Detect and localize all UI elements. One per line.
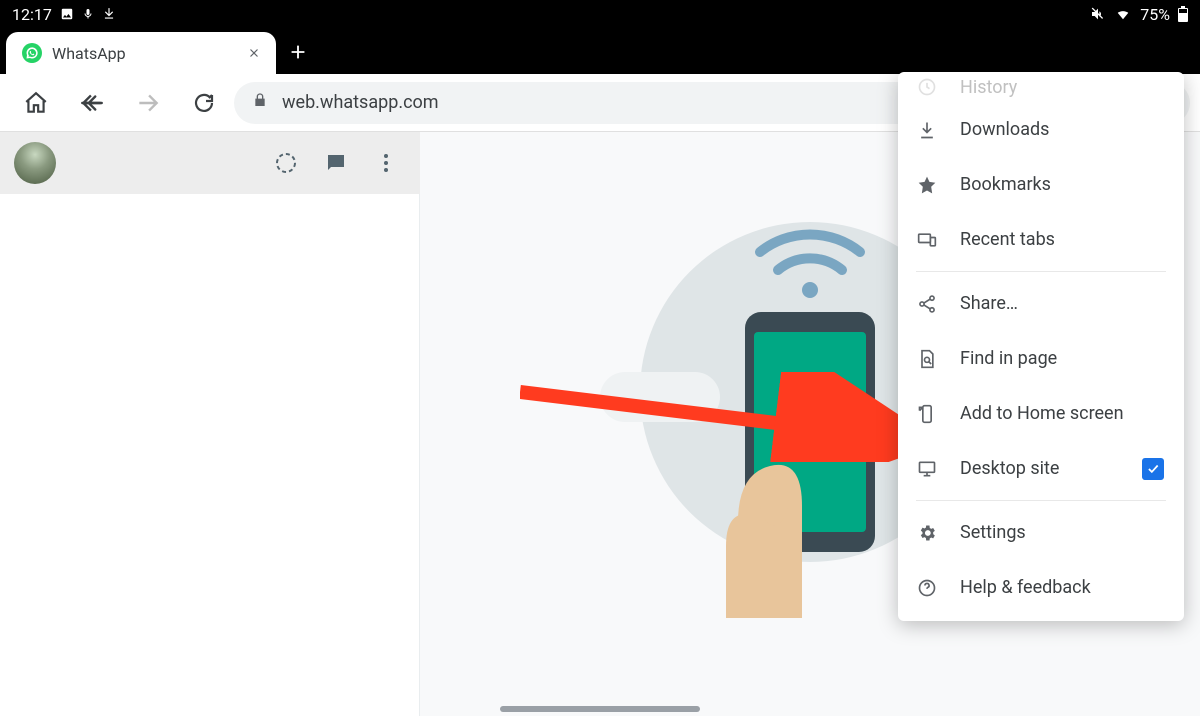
image-icon: [60, 7, 74, 21]
android-nav-pill[interactable]: [500, 706, 700, 712]
menu-label: Share…: [960, 293, 1164, 314]
browser-tab-whatsapp[interactable]: WhatsApp: [6, 32, 276, 74]
status-time: 12:17: [12, 5, 52, 24]
reload-button[interactable]: [178, 79, 230, 127]
menu-item-settings[interactable]: Settings: [898, 505, 1184, 560]
menu-item-desktop-site[interactable]: Desktop site: [898, 441, 1184, 496]
find-in-page-icon: [916, 348, 938, 370]
url-text: web.whatsapp.com: [282, 92, 439, 113]
new-chat-button[interactable]: [316, 143, 356, 183]
menu-label: Help & feedback: [960, 577, 1164, 598]
mute-icon: [1090, 6, 1106, 22]
android-status-bar: 12:17 75%: [0, 0, 1200, 28]
whatsapp-left-panel: [0, 132, 420, 716]
hand-graphic: [682, 422, 842, 622]
star-icon: [916, 174, 938, 196]
back-button[interactable]: [66, 79, 118, 127]
whatsapp-header: [0, 132, 420, 194]
menu-label: History: [960, 77, 1164, 98]
add-to-home-icon: [916, 403, 938, 425]
lock-icon: [252, 91, 268, 114]
menu-label: Downloads: [960, 119, 1164, 140]
browser-tab-strip: WhatsApp: [0, 28, 1200, 74]
menu-item-help[interactable]: Help & feedback: [898, 560, 1184, 615]
desktop-site-checkbox[interactable]: [1142, 458, 1164, 480]
menu-item-recent-tabs[interactable]: Recent tabs: [898, 212, 1184, 267]
home-button[interactable]: [10, 79, 62, 127]
battery-icon: [1178, 6, 1188, 22]
desktop-icon: [916, 458, 938, 480]
menu-item-find-in-page[interactable]: Find in page: [898, 331, 1184, 386]
wifi-icon: [1114, 7, 1132, 21]
menu-label: Settings: [960, 522, 1164, 543]
history-icon: [916, 76, 938, 98]
profile-avatar[interactable]: [14, 142, 56, 184]
wifi-graphic-icon: [750, 212, 870, 302]
help-icon: [916, 577, 938, 599]
menu-item-add-to-home[interactable]: Add to Home screen: [898, 386, 1184, 441]
download-icon: [916, 119, 938, 141]
forward-button[interactable]: [122, 79, 174, 127]
download-done-icon: [102, 7, 116, 21]
menu-item-downloads[interactable]: Downloads: [898, 102, 1184, 157]
menu-item-history[interactable]: History: [898, 72, 1184, 102]
tab-title: WhatsApp: [52, 44, 236, 63]
menu-label: Find in page: [960, 348, 1164, 369]
devices-icon: [916, 229, 938, 251]
menu-label: Recent tabs: [960, 229, 1164, 250]
menu-label: Bookmarks: [960, 174, 1164, 195]
status-button[interactable]: [266, 143, 306, 183]
menu-dots-button[interactable]: [366, 143, 406, 183]
share-icon: [916, 293, 938, 315]
menu-item-share[interactable]: Share…: [898, 276, 1184, 331]
mic-icon: [82, 7, 94, 21]
chrome-overflow-menu: History Downloads Bookmarks Recent tabs …: [898, 72, 1184, 621]
gear-icon: [916, 522, 938, 544]
battery-percentage: 75%: [1140, 5, 1170, 24]
menu-label: Add to Home screen: [960, 403, 1164, 424]
new-tab-button[interactable]: [276, 30, 320, 74]
whatsapp-favicon: [22, 43, 42, 63]
tab-close-button[interactable]: [246, 45, 262, 61]
menu-item-bookmarks[interactable]: Bookmarks: [898, 157, 1184, 212]
menu-label: Desktop site: [960, 458, 1120, 479]
